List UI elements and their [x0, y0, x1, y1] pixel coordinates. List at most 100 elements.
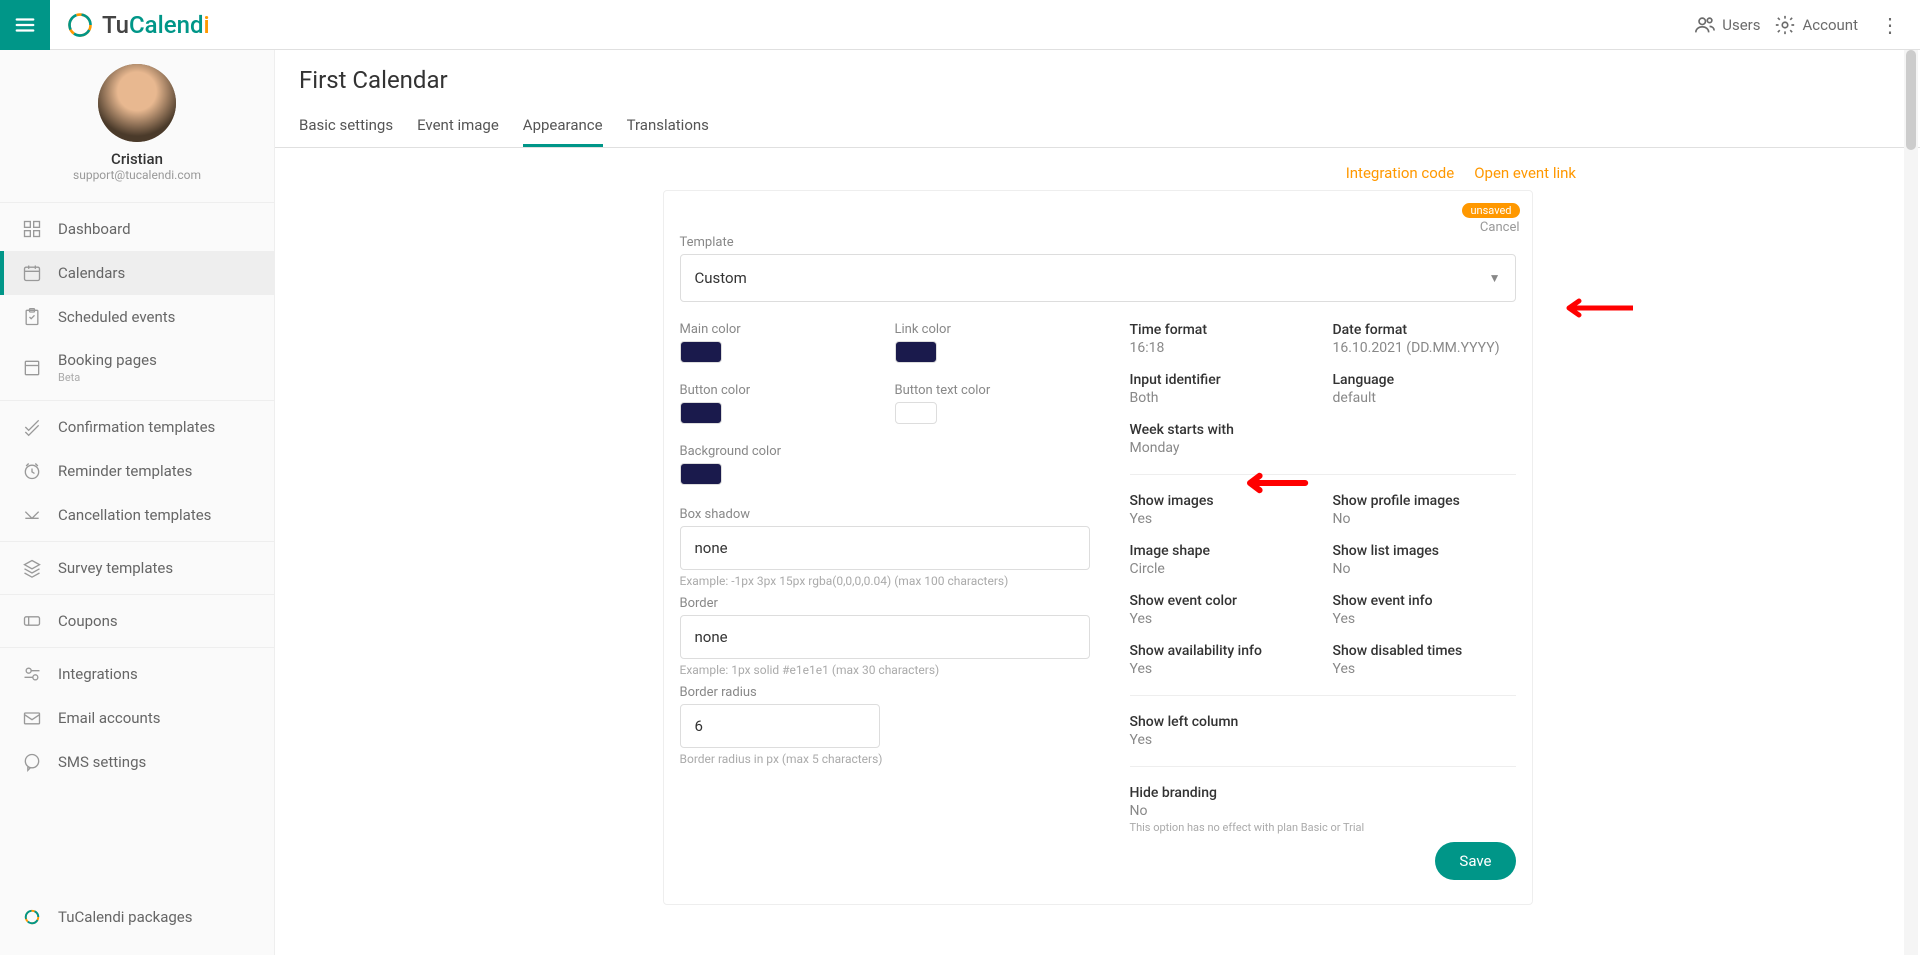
tabs: Basic settings Event image Appearance Tr…: [299, 106, 1896, 147]
sidebar-item-label: Scheduled events: [58, 308, 175, 326]
sidebar-item-label: Dashboard: [58, 220, 131, 238]
scrollbar[interactable]: [1904, 50, 1918, 955]
radius-input[interactable]: [680, 704, 880, 748]
calendar-icon: [22, 263, 42, 283]
tab-translations[interactable]: Translations: [627, 106, 709, 147]
setting-show-profile-images[interactable]: Show profile imagesNo: [1333, 493, 1516, 527]
radius-label: Border radius: [680, 685, 1090, 700]
setting-input-id[interactable]: Input identifierBoth: [1130, 372, 1313, 406]
setting-language[interactable]: Languagedefault: [1333, 372, 1516, 406]
kebab-menu[interactable]: ⋮: [1872, 13, 1908, 37]
main-color-label: Main color: [680, 322, 875, 337]
main-color-swatch[interactable]: [680, 341, 722, 363]
clipboard-icon: [22, 307, 42, 327]
right-column: Time format16:18 Date format16.10.2021 (…: [1130, 322, 1516, 880]
integration-code-link[interactable]: Integration code: [1346, 164, 1455, 182]
sidebar-item-dashboard[interactable]: Dashboard: [0, 207, 274, 251]
profile-email: support@tucalendi.com: [0, 168, 274, 182]
menu-toggle[interactable]: [0, 0, 50, 50]
tab-basic[interactable]: Basic settings: [299, 106, 393, 147]
setting-image-shape[interactable]: Image shapeCircle: [1130, 543, 1313, 577]
tab-image[interactable]: Event image: [417, 106, 499, 147]
brand-logo[interactable]: TuCalendi: [50, 11, 210, 39]
sidebar-item-scheduled[interactable]: Scheduled events: [0, 295, 274, 339]
sidebar-item-cancellation[interactable]: Cancellation templates: [0, 493, 274, 537]
sidebar-item-label: Integrations: [58, 665, 138, 683]
button-color-swatch[interactable]: [680, 402, 722, 424]
content-area: Integration code Open event link unsaved…: [275, 148, 1920, 949]
tab-appearance[interactable]: Appearance: [523, 106, 603, 147]
layers-icon: [22, 558, 42, 578]
dashboard-icon: [22, 219, 42, 239]
users-link[interactable]: Users: [1694, 14, 1760, 36]
setting-show-images[interactable]: Show imagesYes: [1130, 493, 1313, 527]
setting-time-format[interactable]: Time format16:18: [1130, 322, 1313, 356]
bg-color-swatch[interactable]: [680, 463, 722, 485]
pages-icon: [22, 358, 42, 378]
boxshadow-input[interactable]: [680, 526, 1090, 570]
link-color-swatch[interactable]: [895, 341, 937, 363]
divider: [0, 400, 274, 401]
logo-small-icon: [22, 907, 42, 927]
avatar[interactable]: [98, 64, 176, 142]
profile: Cristian support@tucalendi.com: [0, 50, 274, 190]
boxshadow-label: Box shadow: [680, 507, 1090, 522]
hamburger-icon: [14, 14, 36, 36]
brand-i: i: [203, 11, 209, 39]
template-select[interactable]: Custom ▼: [680, 254, 1516, 302]
sidebar-item-coupons[interactable]: Coupons: [0, 599, 274, 643]
hide-brand-note: This option has no effect with plan Basi…: [1130, 821, 1516, 834]
save-button[interactable]: Save: [1435, 842, 1515, 880]
layout: Cristian support@tucalendi.com Dashboard…: [0, 50, 1920, 955]
cancel-button[interactable]: Cancel: [1462, 220, 1519, 235]
profile-name: Cristian: [0, 150, 274, 168]
sidebar-item-label: SMS settings: [58, 753, 146, 771]
setting-hide-brand[interactable]: Hide branding No This option has no effe…: [1130, 785, 1516, 834]
sidebar-item-label: Coupons: [58, 612, 118, 630]
divider: [0, 202, 274, 203]
chat-icon: [22, 752, 42, 772]
divider: [0, 594, 274, 595]
sidebar-item-sms[interactable]: SMS settings: [0, 740, 274, 784]
cancel-icon: [22, 505, 42, 525]
setting-show-disabled[interactable]: Show disabled timesYes: [1333, 643, 1516, 677]
sidebar-item-label: Reminder templates: [58, 462, 192, 480]
sidebar-item-reminder[interactable]: Reminder templates: [0, 449, 274, 493]
sidebar-item-packages[interactable]: TuCalendi packages: [0, 895, 274, 939]
confirm-icon: [22, 417, 42, 437]
brand-calend: Calend: [129, 11, 203, 39]
sidebar-item-calendars[interactable]: Calendars: [0, 251, 274, 295]
button-text-color-swatch[interactable]: [895, 402, 937, 424]
topbar-right: Users Account ⋮: [1694, 13, 1920, 37]
unsaved-badge: unsaved: [1462, 203, 1519, 218]
scrollbar-thumb[interactable]: [1906, 50, 1916, 150]
sidebar-item-label: Calendars: [58, 264, 125, 282]
sidebar-item-confirmation[interactable]: Confirmation templates: [0, 405, 274, 449]
divider: [0, 647, 274, 648]
radius-help: Border radius in px (max 5 characters): [680, 752, 1090, 766]
account-link[interactable]: Account: [1774, 14, 1858, 36]
setting-week-starts[interactable]: Week starts withMonday: [1130, 422, 1313, 456]
setting-show-left[interactable]: Show left columnYes: [1130, 714, 1516, 748]
open-event-link[interactable]: Open event link: [1474, 164, 1576, 182]
gear-icon: [1774, 14, 1796, 36]
users-icon: [1694, 14, 1716, 36]
divider: [0, 541, 274, 542]
setting-show-list-images[interactable]: Show list imagesNo: [1333, 543, 1516, 577]
sidebar-item-booking[interactable]: Booking pagesBeta: [0, 339, 274, 396]
sidebar-item-survey[interactable]: Survey templates: [0, 546, 274, 590]
main: First Calendar Basic settings Event imag…: [275, 50, 1920, 955]
setting-date-format[interactable]: Date format16.10.2021 (DD.MM.YYYY): [1333, 322, 1516, 356]
sidebar-item-label: Cancellation templates: [58, 506, 211, 524]
chevron-down-icon: ▼: [1489, 271, 1501, 285]
sidebar-item-label: Survey templates: [58, 559, 173, 577]
sidebar-sub: Beta: [58, 371, 157, 384]
sidebar-item-label: Confirmation templates: [58, 418, 215, 436]
sidebar-item-integrations[interactable]: Integrations: [0, 652, 274, 696]
sidebar-item-email[interactable]: Email accounts: [0, 696, 274, 740]
divider: [1130, 766, 1516, 767]
border-input[interactable]: [680, 615, 1090, 659]
setting-show-avail[interactable]: Show availability infoYes: [1130, 643, 1313, 677]
setting-show-event-info[interactable]: Show event infoYes: [1333, 593, 1516, 627]
setting-show-event-color[interactable]: Show event colorYes: [1130, 593, 1313, 627]
